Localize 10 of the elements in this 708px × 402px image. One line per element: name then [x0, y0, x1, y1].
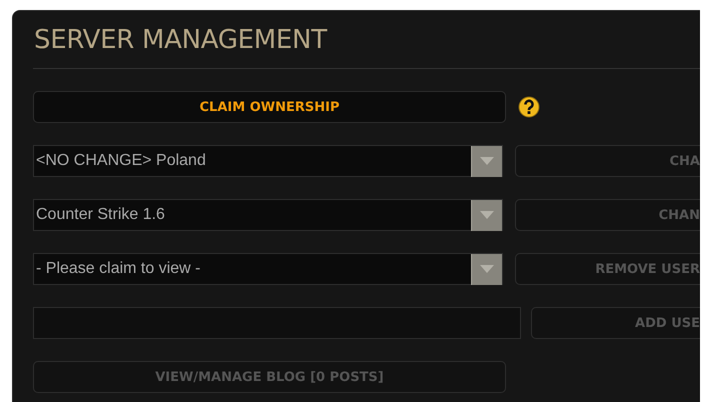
dropdown-arrow-icon: [480, 265, 494, 273]
input-field[interactable]: [33, 307, 521, 339]
dropdown[interactable]: <NO CHANGE> Poland: [33, 145, 503, 177]
panel-title: SERVER MANAGEMENT: [33, 25, 327, 55]
action-button[interactable]: CLAIM OWNERSHIP: [33, 91, 506, 123]
dropdown[interactable]: Counter Strike 1.6: [33, 199, 503, 231]
dropdown-arrow-icon: [480, 211, 494, 219]
dropdown[interactable]: - Please claim to view -: [33, 253, 503, 285]
help-icon[interactable]: [518, 96, 540, 118]
dropdown-arrow-icon: [480, 157, 494, 165]
